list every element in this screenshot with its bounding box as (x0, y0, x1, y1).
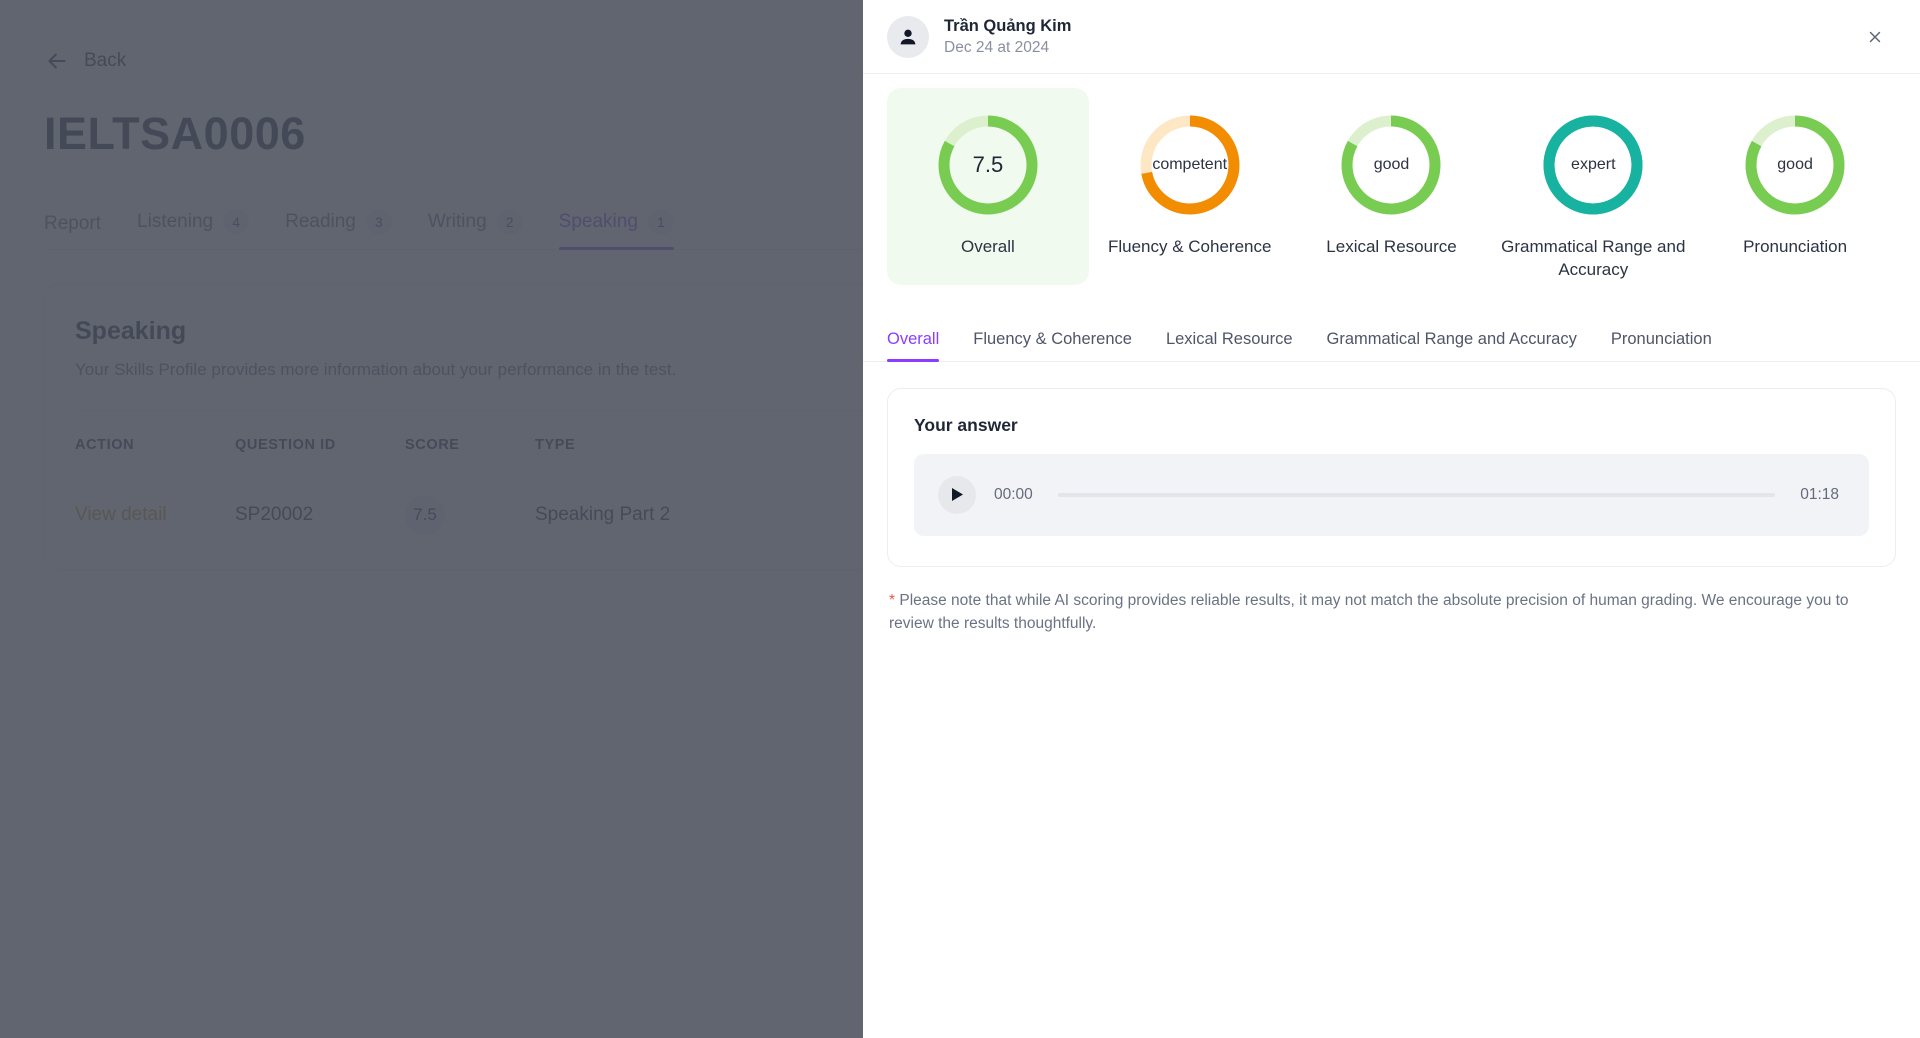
audio-current-time: 00:00 (994, 485, 1033, 503)
ring-lexical-label: Lexical Resource (1326, 237, 1457, 256)
ring-overall-graphic: 7.5 (935, 112, 1041, 218)
crit-tab-pronunciation[interactable]: Pronunciation (1594, 330, 1729, 361)
ring-pronunciation-value: good (1777, 156, 1813, 173)
audio-duration: 01:18 (1800, 485, 1839, 503)
avatar (887, 15, 929, 58)
play-icon (951, 488, 963, 502)
audio-progress-track[interactable] (1058, 492, 1775, 497)
crit-tab-overall[interactable]: Overall (887, 329, 956, 362)
crit-tab-fluency[interactable]: Fluency & Coherence (956, 330, 1149, 361)
score-ring-lexical: good Lexical Resource (1291, 88, 1493, 285)
score-ring-overall: 7.5 Overall (887, 88, 1089, 285)
crit-tab-overall-label: Overall (887, 329, 940, 348)
crit-tab-fluency-label: Fluency & Coherence (973, 329, 1132, 348)
modal-backdrop[interactable] (0, 0, 863, 1038)
criteria-tab-bar: Overall Fluency & Coherence Lexical Reso… (863, 318, 1920, 362)
crit-tab-grammar[interactable]: Grammatical Range and Accuracy (1310, 330, 1594, 361)
audio-player: 00:00 01:18 (914, 453, 1869, 536)
ring-overall-value: 7.5 (972, 152, 1004, 177)
ring-fluency-graphic: competent (1137, 112, 1243, 218)
ring-grammar-value: expert (1571, 156, 1616, 173)
score-ring-grammar: expert Grammatical Range and Accuracy (1492, 88, 1694, 308)
crit-tab-lexical[interactable]: Lexical Resource (1149, 330, 1310, 361)
ring-lexical-graphic: good (1338, 112, 1444, 218)
person-icon (900, 29, 916, 44)
your-answer-title: Your answer (914, 414, 1018, 435)
ring-grammar-label: Grammatical Range and Accuracy (1501, 237, 1686, 279)
close-icon (1869, 31, 1881, 42)
ring-fluency-label: Fluency & Coherence (1107, 237, 1272, 256)
ring-pronunciation-graphic: good (1742, 112, 1848, 218)
drawer-header: Trần Quảng Kim Dec 24 at 2024 (863, 0, 1920, 74)
user-date: Dec 24 at 2024 (944, 38, 1050, 56)
score-ring-fluency: competent Fluency & Coherence (1089, 88, 1291, 285)
ring-fluency-value: competent (1152, 156, 1228, 173)
ring-pronunciation-label: Pronunciation (1743, 237, 1848, 256)
ring-grammar-graphic: expert (1540, 112, 1646, 218)
close-button[interactable] (1858, 20, 1892, 54)
drawer-body: Your answer 00:00 01:18 * Please note th… (863, 362, 1920, 1038)
your-answer-card: Your answer 00:00 01:18 (887, 387, 1896, 567)
ai-scoring-note: * Please note that while AI scoring prov… (887, 589, 1887, 636)
crit-tab-pronunciation-label: Pronunciation (1610, 329, 1712, 348)
score-rings-row: 7.5 Overall competent Fluency & Coherenc… (863, 74, 1920, 318)
ring-lexical-value: good (1373, 156, 1410, 173)
user-name: Trần Quảng Kim (944, 16, 1072, 35)
play-button[interactable] (938, 475, 976, 514)
score-ring-pronunciation: good Pronunciation (1694, 88, 1896, 285)
crit-tab-lexical-label: Lexical Resource (1165, 329, 1293, 348)
note-text: Please note that while AI scoring provid… (889, 591, 1849, 633)
user-meta: Trần Quảng Kim Dec 24 at 2024 (944, 17, 1071, 57)
crit-tab-grammar-label: Grammatical Range and Accuracy (1326, 329, 1577, 348)
score-detail-drawer: Trần Quảng Kim Dec 24 at 2024 7.5 Overal… (863, 0, 1920, 1038)
ring-overall-label: Overall (960, 237, 1015, 256)
